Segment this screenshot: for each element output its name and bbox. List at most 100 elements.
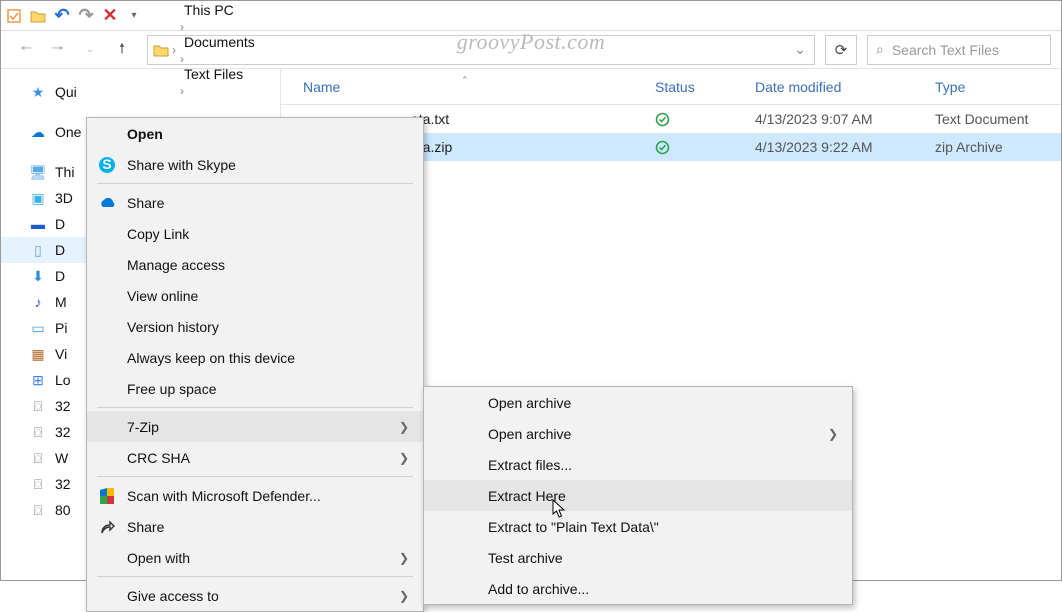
sidebar-item-label: 32	[55, 476, 71, 492]
sidebar-item-label: D	[55, 216, 65, 232]
sidebar-item-icon: ☁	[29, 123, 47, 141]
menu-separator	[97, 407, 413, 408]
menu-item-label: Open archive	[488, 426, 571, 442]
blank-icon	[458, 424, 478, 444]
blank-icon	[97, 348, 117, 368]
blank-icon	[458, 486, 478, 506]
share-icon	[97, 517, 117, 537]
menu-item-label: Open archive	[488, 395, 571, 411]
menu-item[interactable]: S Share with Skype	[87, 149, 423, 180]
menu-item-label: Manage access	[127, 257, 225, 273]
sidebar-item-label: Qui	[55, 84, 77, 100]
menu-item[interactable]: Extract files...	[424, 449, 852, 480]
refresh-button[interactable]: ⟳	[825, 35, 857, 65]
search-icon: ⌕	[876, 41, 884, 58]
check-icon[interactable]	[5, 7, 23, 25]
menu-separator	[97, 476, 413, 477]
menu-item[interactable]: Add to archive...	[424, 573, 852, 604]
sidebar-item-label: D	[55, 242, 65, 258]
column-name[interactable]: Name⌃	[281, 79, 641, 95]
history-dropdown[interactable]: ⌄	[75, 36, 105, 64]
svg-text:S: S	[102, 156, 111, 172]
navigation-toolbar: 🠔 🠖 ⌄ 🠕 › This PC›Documents›Text Files› …	[1, 31, 1061, 69]
sidebar-item-icon: ▣	[29, 189, 47, 207]
breadcrumb-segment[interactable]: This PC	[178, 2, 261, 18]
menu-separator	[97, 576, 413, 577]
column-date[interactable]: Date modified	[741, 79, 921, 95]
menu-item[interactable]: Share	[87, 187, 423, 218]
sidebar-item-icon: ♪	[29, 293, 47, 311]
chevron-right-icon[interactable]: ›	[178, 20, 186, 34]
blank-icon	[97, 448, 117, 468]
breadcrumb-segment[interactable]: Text Files	[178, 66, 261, 82]
menu-separator	[97, 183, 413, 184]
menu-item[interactable]: Always keep on this device	[87, 342, 423, 373]
menu-item[interactable]: Open with❯	[87, 542, 423, 573]
delete-icon[interactable]: ✕	[101, 7, 119, 25]
shield-icon	[97, 486, 117, 506]
blank-icon	[458, 579, 478, 599]
breadcrumb-segment[interactable]: Documents	[178, 34, 261, 50]
skype-icon: S	[97, 155, 117, 175]
cell-date: 4/13/2023 9:22 AM	[741, 139, 921, 155]
blank-icon	[97, 224, 117, 244]
sidebar-item-icon: ⌼	[29, 501, 47, 519]
column-type[interactable]: Type	[921, 79, 1061, 95]
menu-item-label: 7-Zip	[127, 419, 159, 435]
menu-item[interactable]: Scan with Microsoft Defender...	[87, 480, 423, 511]
context-menu-7zip: Open archive Open archive ❯ Extract files..…	[423, 386, 853, 605]
column-status[interactable]: Status	[641, 79, 741, 95]
menu-item[interactable]: Open archive ❯	[424, 418, 852, 449]
menu-item[interactable]: Give access to ❯	[87, 580, 423, 611]
submenu-arrow-icon: ❯	[399, 589, 409, 603]
address-dropdown-icon[interactable]: ⌄	[792, 41, 810, 58]
menu-item-label: Test archive	[488, 550, 563, 566]
submenu-arrow-icon: ❯	[399, 420, 409, 434]
address-bar[interactable]: › This PC›Documents›Text Files› ⌄	[147, 35, 815, 65]
menu-item[interactable]: Test archive	[424, 542, 852, 573]
forward-button[interactable]: 🠖	[43, 36, 73, 64]
blank-icon	[97, 317, 117, 337]
menu-item[interactable]: Copy Link	[87, 218, 423, 249]
menu-item-label: Share with Skype	[127, 157, 236, 173]
sidebar-item-icon: ▦	[29, 345, 47, 363]
submenu-arrow-icon: ❯	[828, 427, 838, 441]
menu-item-label: Extract to "Plain Text Data\"	[488, 519, 659, 535]
menu-item[interactable]: Open	[87, 118, 423, 149]
cell-status	[641, 140, 741, 155]
menu-item-label: Give access to	[127, 588, 219, 604]
sidebar-item-label: W	[55, 450, 68, 466]
menu-item[interactable]: Free up space	[87, 373, 423, 404]
chevron-right-icon[interactable]: ›	[178, 84, 186, 98]
back-button[interactable]: 🠔	[11, 36, 41, 64]
search-input[interactable]: ⌕ Search Text Files	[867, 35, 1051, 65]
folder-icon[interactable]	[29, 7, 47, 25]
menu-item-label: Free up space	[127, 381, 217, 397]
sidebar-item-label: Thi	[55, 164, 74, 180]
menu-item[interactable]: Extract Here	[424, 480, 852, 511]
customize-dropdown-icon[interactable]: ▾	[125, 7, 143, 25]
sidebar-item-label: 32	[55, 398, 71, 414]
undo-icon[interactable]: ↶	[53, 7, 71, 25]
chevron-right-icon[interactable]: ›	[178, 52, 186, 66]
menu-item-label: Scan with Microsoft Defender...	[127, 488, 321, 504]
menu-item[interactable]: Version history	[87, 311, 423, 342]
menu-item-label: Version history	[127, 319, 219, 335]
cell-date: 4/13/2023 9:07 AM	[741, 111, 921, 127]
sidebar-item-label: 80	[55, 502, 71, 518]
menu-item[interactable]: Extract to "Plain Text Data\"	[424, 511, 852, 542]
submenu-arrow-icon: ❯	[399, 451, 409, 465]
up-button[interactable]: 🠕	[107, 36, 137, 64]
redo-icon[interactable]: ↷	[77, 7, 95, 25]
sidebar-item-icon: ▯	[29, 241, 47, 259]
menu-item[interactable]: CRC SHA❯	[87, 442, 423, 473]
menu-item[interactable]: Manage access	[87, 249, 423, 280]
sidebar-item-label: Vi	[55, 346, 67, 362]
quick-access-toolbar: ↶ ↷ ✕ ▾	[1, 1, 1061, 31]
chevron-right-icon[interactable]: ›	[170, 43, 178, 57]
menu-item[interactable]: 7-Zip ❯	[87, 411, 423, 442]
menu-item[interactable]: Share	[87, 511, 423, 542]
blank-icon	[97, 417, 117, 437]
menu-item[interactable]: Open archive	[424, 387, 852, 418]
menu-item[interactable]: View online	[87, 280, 423, 311]
